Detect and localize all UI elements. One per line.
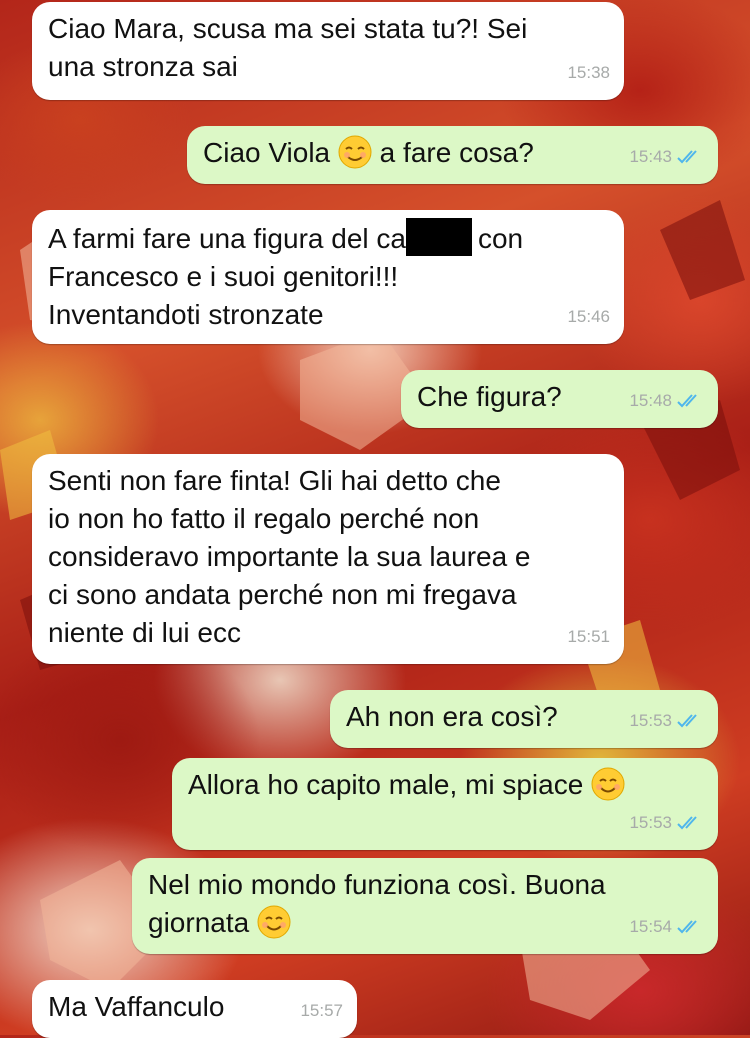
- message-text: A farmi fare una figura del ca: [48, 223, 406, 254]
- message-text-line: Ciao Mara, scusa ma sei stata tu?! Sei: [48, 13, 528, 44]
- message-text: Allora ho capito male, mi spiace: [188, 769, 592, 800]
- message-text-line: io non ho fatto il regalo perché non: [48, 503, 480, 534]
- double-check-icon: [677, 150, 697, 164]
- message-text-line: Ma Vaffanculo: [48, 991, 225, 1022]
- message-text-line: Francesco e i suoi genitori!!!: [48, 261, 399, 292]
- message-time: 15:53: [629, 711, 672, 730]
- message-text-line: giornata: [148, 904, 702, 942]
- message-text: con: [477, 223, 524, 254]
- message-time: 15:51: [567, 627, 610, 646]
- message-outgoing[interactable]: Nel mio mondo funziona così. Buona giorn…: [132, 858, 718, 954]
- message-time: 15:53: [629, 813, 672, 832]
- message-time: 15:57: [300, 1001, 343, 1020]
- message-text-line: ci sono andata perché non mi fregava: [48, 579, 517, 610]
- message-time: 15:38: [567, 63, 610, 82]
- message-text-line: A farmi fare una figura del ca con: [48, 218, 608, 258]
- double-check-icon: [677, 394, 697, 408]
- message-text-line: Nel mio mondo funziona così. Buona: [148, 869, 606, 900]
- message-incoming[interactable]: Ciao Mara, scusa ma sei stata tu?! Sei u…: [32, 2, 624, 100]
- message-meta: 15:43: [629, 138, 704, 176]
- message-meta: 15:53: [629, 804, 704, 842]
- message-text: a fare cosa?: [371, 137, 534, 168]
- message-time: 15:54: [629, 917, 672, 936]
- double-check-icon: [677, 714, 697, 728]
- relieved-face-icon: [338, 135, 372, 169]
- smiling-face-icon: [257, 905, 291, 939]
- message-meta: 15:51: [567, 618, 610, 656]
- message-outgoing[interactable]: Ah non era così? 15:53: [330, 690, 718, 748]
- message-outgoing[interactable]: Ciao Viola a fare cosa? 15:43: [187, 126, 718, 184]
- message-text-line: Senti non fare finta! Gli hai detto che: [48, 465, 501, 496]
- message-outgoing[interactable]: Allora ho capito male, mi spiace 15:53: [172, 758, 718, 850]
- message-text: Ciao Viola: [203, 137, 338, 168]
- message-text-line: consideravo importante la sua laurea e: [48, 541, 531, 572]
- message-meta: 15:54: [629, 908, 704, 946]
- message-time: 15:46: [567, 307, 610, 326]
- message-text-line: niente di lui ecc: [48, 617, 242, 648]
- message-incoming[interactable]: Ma Vaffanculo 15:57: [32, 980, 357, 1038]
- message-text-line: Inventandoti stronzate: [48, 299, 324, 330]
- message-meta: 15:38: [567, 54, 610, 92]
- message-time: 15:43: [629, 147, 672, 166]
- double-check-icon: [677, 920, 697, 934]
- message-incoming[interactable]: A farmi fare una figura del ca con France…: [32, 210, 624, 344]
- double-check-icon: [677, 816, 697, 830]
- redaction-block: [405, 218, 472, 256]
- message-text-line: una stronza sai: [48, 51, 238, 82]
- message-meta: 15:46: [567, 298, 610, 336]
- message-time: 15:48: [629, 391, 672, 410]
- message-incoming[interactable]: Senti non fare finta! Gli hai detto che …: [32, 454, 624, 664]
- message-meta: 15:57: [300, 992, 343, 1030]
- smiling-face-icon: [591, 767, 625, 801]
- message-text: giornata: [148, 907, 257, 938]
- message-meta: 15:48: [629, 382, 704, 420]
- message-text-line: Allora ho capito male, mi spiace: [188, 766, 702, 804]
- message-meta: 15:53: [629, 702, 704, 740]
- message-text-line: Ciao Viola a fare cosa?: [203, 134, 702, 172]
- message-outgoing[interactable]: Che figura? 15:48: [401, 370, 718, 428]
